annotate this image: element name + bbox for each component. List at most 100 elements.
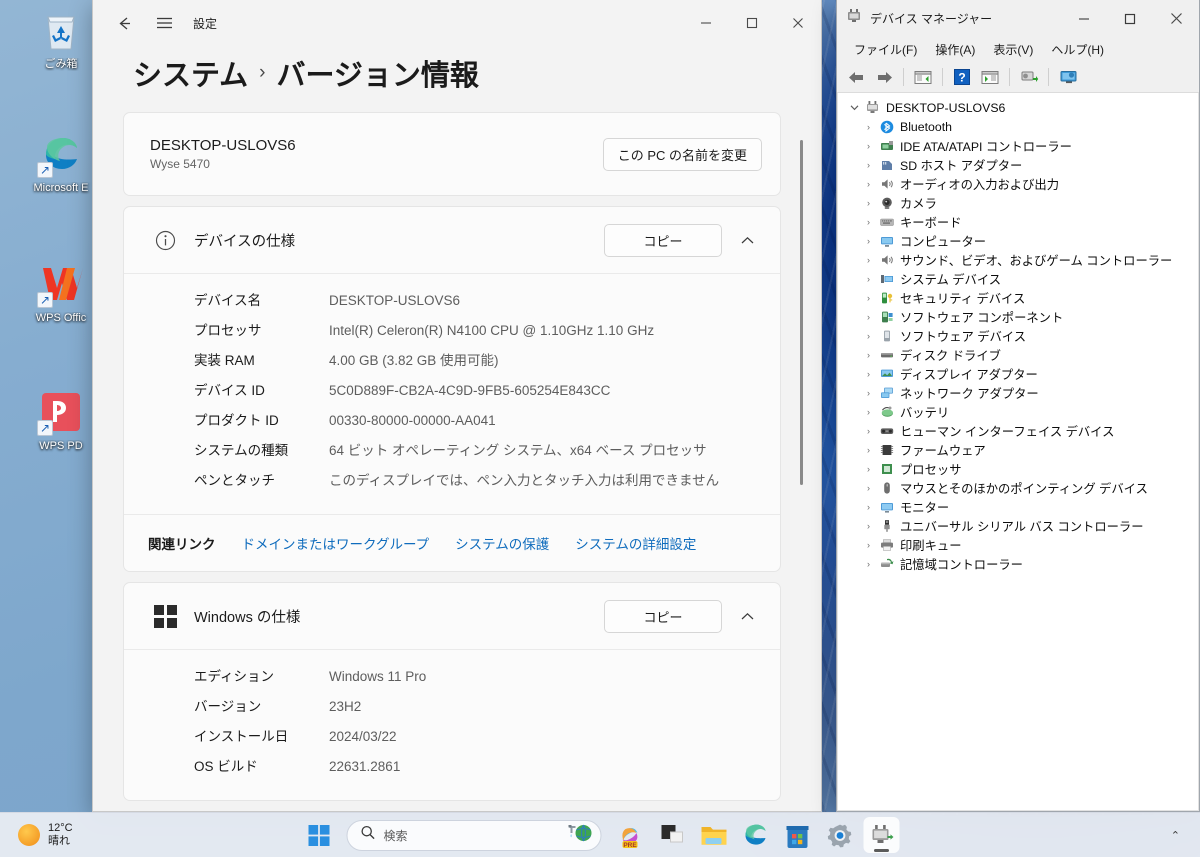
chevron-right-icon[interactable]: › bbox=[860, 369, 877, 379]
tree-node-camera[interactable]: › カメラ bbox=[838, 193, 1198, 212]
chevron-right-icon[interactable]: › bbox=[860, 236, 877, 246]
settings-scrollbar-track[interactable] bbox=[800, 114, 812, 811]
tree-node-disk-drives[interactable]: › ディスク ドライブ bbox=[838, 345, 1198, 364]
start-button[interactable] bbox=[301, 817, 337, 853]
chevron-right-icon[interactable]: › bbox=[860, 141, 877, 151]
tree-node-batteries[interactable]: › バッテリ bbox=[838, 402, 1198, 421]
tree-node-sound-video-game-controllers[interactable]: › サウンド、ビデオ、およびゲーム コントローラー bbox=[838, 250, 1198, 269]
devmgr-close-button[interactable] bbox=[1153, 0, 1199, 37]
tree-node-sd-host-adapter[interactable]: › SD ホスト アダプター bbox=[838, 155, 1198, 174]
chevron-right-icon[interactable]: › bbox=[860, 388, 877, 398]
hid-icon bbox=[877, 424, 896, 438]
tree-node-storage-controllers[interactable]: › 記憶域コントローラー bbox=[838, 554, 1198, 573]
taskbar-file-explorer-button[interactable] bbox=[696, 817, 732, 853]
chevron-right-icon[interactable]: › bbox=[860, 540, 877, 550]
settings-minimize-button[interactable] bbox=[683, 0, 729, 46]
menu-action[interactable]: 操作(A) bbox=[926, 38, 984, 61]
forward-arrow-icon[interactable] bbox=[871, 65, 897, 89]
link-advanced-system-settings[interactable]: システムの詳細設定 bbox=[575, 533, 696, 553]
breadcrumb-parent[interactable]: システム bbox=[133, 52, 248, 94]
copy-windows-spec-button[interactable]: コピー bbox=[604, 599, 722, 633]
chevron-right-icon[interactable]: › bbox=[860, 312, 877, 322]
tree-node-monitors[interactable]: › モニター bbox=[838, 497, 1198, 516]
chevron-right-icon[interactable]: › bbox=[860, 293, 877, 303]
update-driver-icon[interactable] bbox=[1016, 65, 1042, 89]
settings-content-scroll-area[interactable]: DESKTOP-USLOVS6 Wyse 5470 この PC の名前を変更 デ… bbox=[93, 112, 821, 811]
copy-device-spec-button[interactable]: コピー bbox=[604, 223, 722, 257]
tree-node-bluetooth[interactable]: › Bluetooth bbox=[838, 117, 1198, 136]
related-links-label: 関連リンク bbox=[148, 537, 216, 552]
chevron-right-icon[interactable]: › bbox=[860, 483, 877, 493]
settings-scrollbar-thumb[interactable] bbox=[800, 140, 803, 485]
devmgr-maximize-button[interactable] bbox=[1107, 0, 1153, 37]
chevron-right-icon[interactable]: › bbox=[860, 198, 877, 208]
device-tree[interactable]: DESKTOP-USLOVS6 › Bluetooth › IDE ATA/AT… bbox=[837, 93, 1199, 811]
tree-node-computer[interactable]: › コンピューター bbox=[838, 231, 1198, 250]
chevron-right-icon[interactable]: › bbox=[860, 521, 877, 531]
tree-node-ide-controller[interactable]: › IDE ATA/ATAPI コントローラー bbox=[838, 136, 1198, 155]
scan-for-hardware-changes-icon[interactable] bbox=[1055, 65, 1081, 89]
link-system-protection[interactable]: システムの保護 bbox=[455, 533, 549, 553]
rename-pc-button[interactable]: この PC の名前を変更 bbox=[602, 137, 762, 171]
taskbar-settings-button[interactable] bbox=[822, 817, 858, 853]
menu-file[interactable]: ファイル(F) bbox=[845, 38, 926, 61]
taskbar-microsoft-store-button[interactable] bbox=[780, 817, 816, 853]
taskbar-widgets-button[interactable] bbox=[654, 817, 690, 853]
weather-widget[interactable]: 12°C 晴れ bbox=[0, 822, 73, 848]
link-domain-or-workgroup[interactable]: ドメインまたはワークグループ bbox=[242, 533, 430, 553]
menu-view[interactable]: 表示(V) bbox=[984, 38, 1042, 61]
chevron-right-icon[interactable]: › bbox=[860, 331, 877, 341]
chevron-right-icon[interactable]: › bbox=[860, 217, 877, 227]
chevron-right-icon[interactable]: › bbox=[860, 502, 877, 512]
show-hide-console-tree-icon[interactable] bbox=[910, 65, 936, 89]
tray-expand-chevron-up-icon[interactable]: ⌃ bbox=[1165, 823, 1186, 848]
chevron-right-icon[interactable]: › bbox=[860, 445, 877, 455]
tree-node-system-devices[interactable]: › システム デバイス bbox=[838, 269, 1198, 288]
chevron-right-icon[interactable]: › bbox=[860, 160, 877, 170]
tree-node-software-devices[interactable]: › ソフトウェア デバイス bbox=[838, 326, 1198, 345]
tree-node-keyboard[interactable]: › キーボード bbox=[838, 212, 1198, 231]
tree-node-processors[interactable]: › プロセッサ bbox=[838, 459, 1198, 478]
chevron-right-icon[interactable]: › bbox=[860, 255, 877, 265]
tree-node-display-adapters[interactable]: › ディスプレイ アダプター bbox=[838, 364, 1198, 383]
tree-node-audio-io[interactable]: › オーディオの入力および出力 bbox=[838, 174, 1198, 193]
settings-window[interactable]: 設定 システム › バージョン情報 DESKTOP-USLOVS6 Wyse 5… bbox=[92, 0, 822, 812]
search-input[interactable]: 検索 bbox=[346, 819, 602, 851]
chevron-right-icon[interactable]: › bbox=[860, 426, 877, 436]
hamburger-menu-icon[interactable] bbox=[147, 7, 181, 39]
tree-node-mice-and-pointing-devices[interactable]: › マウスとそのほかのポインティング デバイス bbox=[838, 478, 1198, 497]
search-globe-faucet-icon[interactable] bbox=[567, 822, 593, 849]
devmgr-minimize-button[interactable] bbox=[1061, 0, 1107, 37]
menu-help[interactable]: ヘルプ(H) bbox=[1042, 38, 1113, 61]
chevron-right-icon[interactable]: › bbox=[860, 350, 877, 360]
tree-node-software-components[interactable]: › ソフトウェア コンポーネント bbox=[838, 307, 1198, 326]
back-arrow-icon[interactable] bbox=[843, 65, 869, 89]
chevron-right-icon[interactable]: › bbox=[860, 122, 877, 132]
tree-node-firmware[interactable]: › ファームウェア bbox=[838, 440, 1198, 459]
tree-node-security-devices[interactable]: › セキュリティ デバイス bbox=[838, 288, 1198, 307]
taskbar-device-manager-button[interactable] bbox=[863, 817, 900, 853]
weather-condition: 晴れ bbox=[48, 835, 70, 847]
device-spec-collapse-chevron-up-icon[interactable] bbox=[732, 225, 762, 255]
tree-node-usb-controllers[interactable]: › ユニバーサル シリアル バス コントローラー bbox=[838, 516, 1198, 535]
properties-icon[interactable] bbox=[977, 65, 1003, 89]
chevron-right-icon[interactable]: › bbox=[860, 559, 877, 569]
chevron-right-icon[interactable]: › bbox=[860, 179, 877, 189]
taskbar-copilot-button[interactable]: PRE bbox=[612, 817, 648, 853]
help-icon[interactable]: ? bbox=[949, 65, 975, 89]
back-button[interactable] bbox=[107, 7, 141, 39]
chevron-right-icon[interactable]: › bbox=[860, 274, 877, 284]
chevron-right-icon[interactable]: › bbox=[860, 407, 877, 417]
tree-node-label: ディスク ドライブ bbox=[900, 348, 1001, 363]
windows-spec-collapse-chevron-up-icon[interactable] bbox=[732, 601, 762, 631]
tree-node-human-interface-devices[interactable]: › ヒューマン インターフェイス デバイス bbox=[838, 421, 1198, 440]
taskbar-microsoft-edge-button[interactable] bbox=[738, 817, 774, 853]
settings-maximize-button[interactable] bbox=[729, 0, 775, 46]
tree-node-network-adapters[interactable]: › ネットワーク アダプター bbox=[838, 383, 1198, 402]
tree-node-root[interactable]: DESKTOP-USLOVS6 bbox=[838, 98, 1198, 117]
chevron-right-icon[interactable]: › bbox=[860, 464, 877, 474]
chevron-down-icon[interactable] bbox=[846, 104, 863, 111]
settings-close-button[interactable] bbox=[775, 0, 821, 46]
tree-node-print-queues[interactable]: › 印刷キュー bbox=[838, 535, 1198, 554]
device-manager-window[interactable]: デバイス マネージャー ファイル(F) 操作(A) 表示(V) ヘルプ(H) ?… bbox=[836, 0, 1200, 812]
